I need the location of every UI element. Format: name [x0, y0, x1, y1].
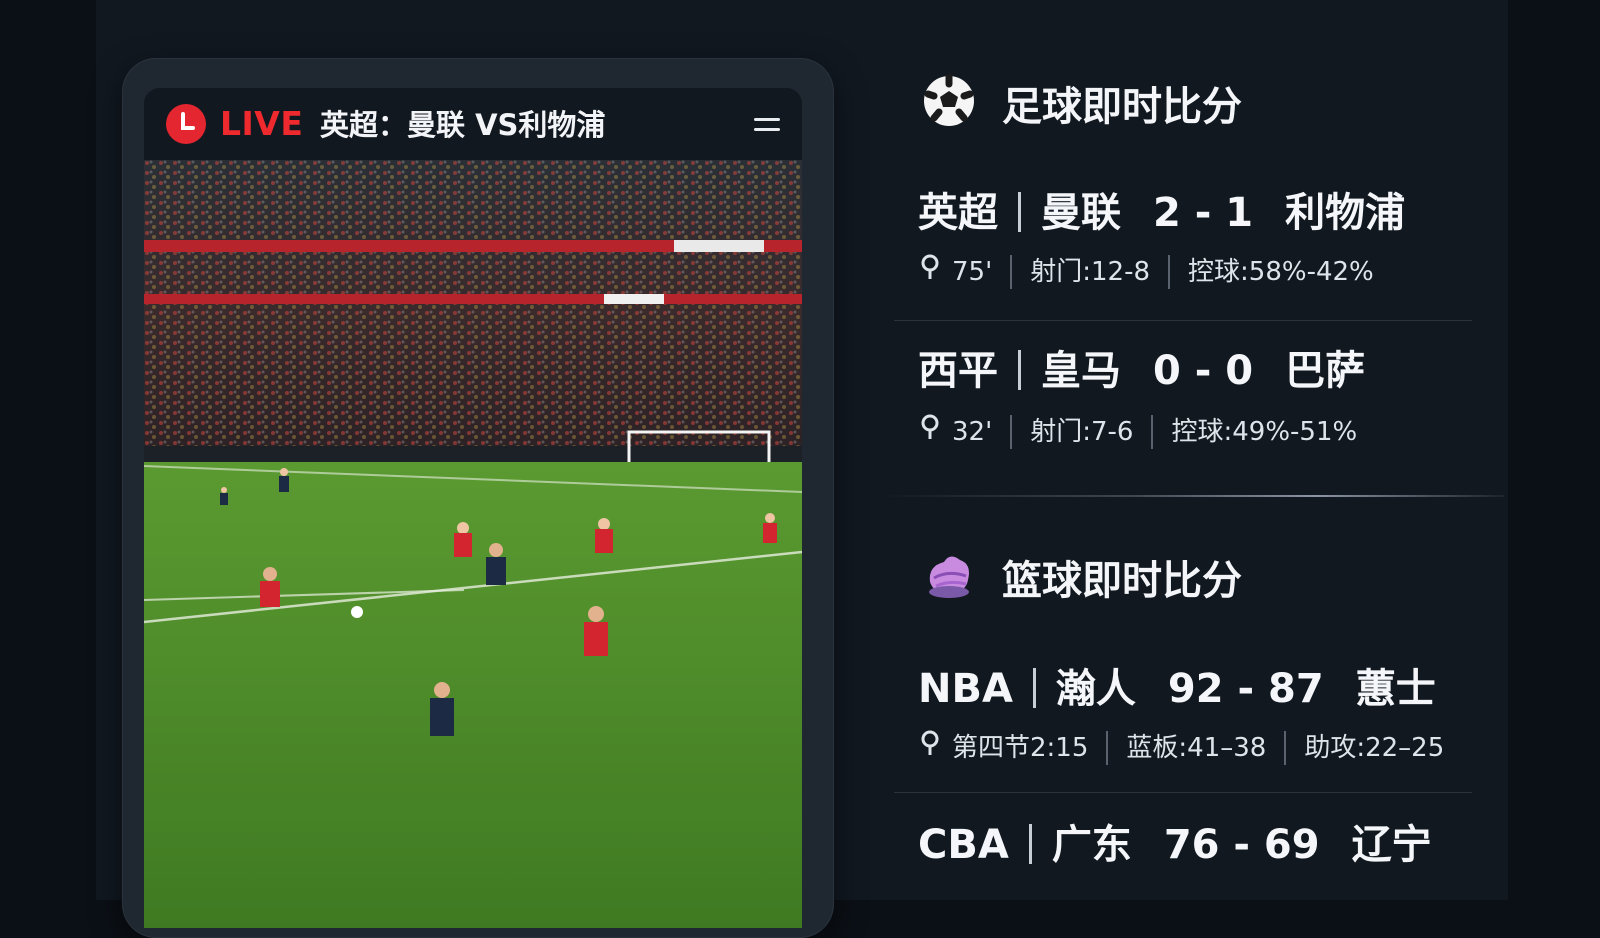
phone-screen: LIVE 英超：曼联 VS利物浦	[144, 88, 802, 928]
basketball-title: 篮球即时比分	[1002, 558, 1242, 604]
home-team: 瀚人	[1055, 666, 1136, 712]
possession-stat: 控球:49%-51%	[1171, 416, 1358, 447]
match-score: 92 - 87	[1167, 666, 1324, 712]
assists-stat: 助攻:22–25	[1304, 732, 1445, 763]
away-team: 辽宁	[1351, 822, 1432, 868]
basketball-match-2[interactable]: CBA 广东 76 - 69 辽宁	[918, 820, 1432, 870]
separator	[1018, 350, 1021, 390]
shots-stat: 射门:12-8	[1030, 256, 1151, 287]
football-match-1-stats: 75' 射门:12-8 控球:58%-42%	[920, 254, 1374, 289]
home-team: 广东	[1051, 822, 1132, 868]
live-badge: LIVE	[220, 104, 304, 143]
football-header: 足球即时比分	[922, 73, 1242, 132]
home-team: 皇马	[1041, 348, 1121, 394]
match-minute: 75'	[952, 256, 993, 287]
live-play-icon[interactable]	[166, 104, 206, 144]
league-name: 英超	[918, 190, 998, 236]
rebounds-stat: 蓝板:41–38	[1126, 732, 1267, 763]
location-pin-icon	[920, 414, 940, 449]
separator	[1028, 824, 1032, 864]
match-minute: 32'	[952, 416, 993, 447]
football-match-2[interactable]: 西平 皇马 0 - 0 巴萨	[918, 346, 1365, 396]
live-header: LIVE 英超：曼联 VS利物浦	[144, 88, 802, 160]
league-name: NBA	[918, 666, 1013, 712]
home-team: 曼联	[1041, 190, 1121, 236]
shots-stat: 射门:7-6	[1030, 416, 1134, 447]
location-pin-icon	[920, 730, 940, 765]
football-match-1[interactable]: 英超 曼联 2 - 1 利物浦	[918, 188, 1405, 238]
divider	[894, 792, 1472, 793]
divider	[894, 320, 1472, 321]
match-title: 英超：曼联 VS利物浦	[320, 108, 606, 142]
away-team: 利物浦	[1285, 190, 1406, 236]
away-team: 蕙士	[1355, 666, 1436, 712]
soccer-ball-icon	[922, 73, 976, 132]
separator	[1032, 668, 1036, 708]
basketball-icon	[922, 548, 976, 606]
league-name: 西平	[918, 348, 998, 394]
basketball-header: 篮球即时比分	[922, 548, 1242, 606]
game-period: 第四节2:15	[952, 732, 1089, 763]
phone-frame: LIVE 英超：曼联 VS利物浦	[122, 58, 834, 938]
possession-stat: 控球:58%-42%	[1188, 256, 1374, 287]
match-score: 0 - 0	[1153, 348, 1254, 394]
match-score: 2 - 1	[1153, 190, 1254, 236]
football-title: 足球即时比分	[1002, 84, 1242, 130]
live-video[interactable]	[144, 160, 802, 928]
football-match-2-stats: 32' 射门:7-6 控球:49%-51%	[920, 414, 1357, 449]
menu-icon[interactable]	[750, 114, 784, 138]
basketball-match-1-stats: 第四节2:15 蓝板:41–38 助攻:22–25	[920, 730, 1444, 765]
basketball-match-1[interactable]: NBA 瀚人 92 - 87 蕙士	[918, 664, 1436, 714]
location-pin-icon	[920, 254, 940, 289]
away-team: 巴萨	[1285, 348, 1366, 394]
league-name: CBA	[918, 822, 1009, 868]
section-divider	[880, 495, 1504, 497]
match-score: 76 - 69	[1163, 822, 1320, 868]
separator	[1018, 192, 1021, 232]
